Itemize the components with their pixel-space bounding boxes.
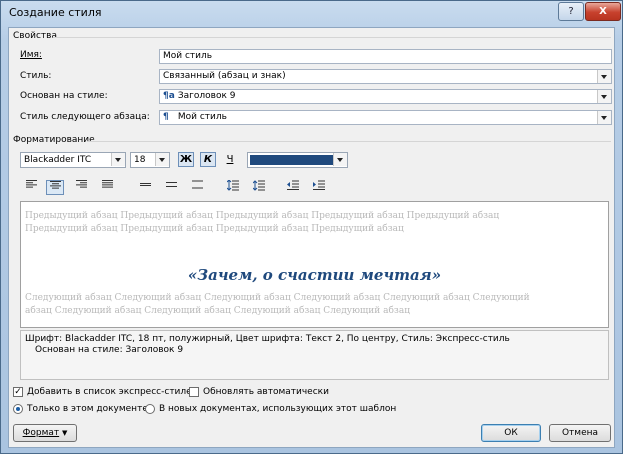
- formatting-divider: [87, 141, 611, 142]
- based-on-value: Заголовок 9: [177, 91, 236, 101]
- close-icon: X: [599, 6, 607, 17]
- formatting-section-title: Форматирование: [13, 135, 95, 145]
- style-type-value: Связанный (абзац и знак): [163, 71, 286, 81]
- one-half-spacing-icon: [165, 182, 177, 187]
- align-right-button[interactable]: [72, 180, 90, 195]
- space-after-icon: [252, 180, 265, 191]
- double-spacing-button[interactable]: [188, 180, 206, 195]
- properties-section-title: Свойства: [13, 31, 57, 41]
- align-center-icon: [49, 181, 61, 189]
- description-line-1: Шрифт: Blackadder ITC, 18 пт, полужирный…: [25, 334, 510, 344]
- style-type-select[interactable]: Связанный (абзац и знак): [159, 69, 612, 84]
- window-title: Создание стиля: [9, 6, 102, 19]
- quick-styles-checkbox[interactable]: ✓: [13, 387, 23, 397]
- format-menu-button[interactable]: Формат ▼: [13, 424, 77, 442]
- font-color-swatch: [250, 155, 334, 165]
- name-input-value: Мой стиль: [163, 51, 213, 61]
- single-spacing-button[interactable]: [136, 180, 154, 195]
- one-half-spacing-button[interactable]: [162, 180, 180, 195]
- name-input[interactable]: Мой стиль: [159, 49, 612, 64]
- description-line-2: Основан на стиле: Заголовок 9: [35, 345, 184, 355]
- next-style-select[interactable]: ¶ Мой стиль: [159, 110, 612, 125]
- font-name-select[interactable]: Blackadder ITC: [20, 152, 126, 168]
- single-spacing-icon: [139, 183, 151, 186]
- increase-indent-button[interactable]: [310, 180, 328, 195]
- properties-divider: [53, 37, 611, 38]
- italic-icon: К: [203, 154, 213, 165]
- linked-style-icon: ¶a: [163, 91, 175, 101]
- chevron-down-icon: [111, 153, 125, 166]
- cancel-button-label: Отмена: [561, 428, 599, 438]
- help-button[interactable]: ?: [558, 2, 584, 21]
- chevron-down-icon: [333, 153, 347, 166]
- next-style-value: Мой стиль: [177, 112, 227, 122]
- underline-button[interactable]: Ч: [222, 152, 238, 167]
- checkmark-icon: ✓: [14, 387, 22, 397]
- style-description: Шрифт: Blackadder ITC, 18 пт, полужирный…: [20, 330, 609, 380]
- align-left-icon: [25, 180, 37, 188]
- paragraph-style-icon: ¶: [163, 112, 169, 122]
- name-label: Имя:: [20, 50, 42, 60]
- decrease-indent-icon: [287, 180, 299, 190]
- title-bar: Создание стиля ? X: [1, 1, 622, 25]
- new-documents-label: В новых документах, использующих этот ша…: [159, 404, 397, 414]
- auto-update-checkbox[interactable]: [189, 387, 199, 397]
- align-center-button[interactable]: [46, 180, 64, 195]
- space-after-button[interactable]: [250, 180, 268, 195]
- bold-icon: Ж: [179, 154, 193, 165]
- help-icon: ?: [568, 6, 574, 17]
- previous-paragraph-text: Предыдущий абзац Предыдущий абзац Предыд…: [25, 211, 500, 234]
- chevron-down-icon: [597, 70, 611, 83]
- font-size-value: 18: [134, 155, 146, 165]
- space-before-icon: [226, 179, 239, 191]
- align-right-icon: [75, 180, 87, 188]
- chevron-down-icon: [597, 90, 611, 103]
- sample-text: «Зачем, о счастии мечтая»: [187, 266, 442, 284]
- ok-button-label: ОК: [504, 428, 518, 438]
- new-documents-radio[interactable]: [145, 404, 155, 414]
- chevron-down-icon: [597, 111, 611, 124]
- decrease-indent-button[interactable]: [284, 180, 302, 195]
- bold-button[interactable]: Ж: [178, 152, 194, 167]
- justify-button[interactable]: [98, 180, 116, 195]
- underline-icon: Ч: [226, 154, 234, 165]
- format-button-label: Формат: [22, 428, 60, 438]
- space-before-button[interactable]: [224, 179, 242, 195]
- only-this-document-radio[interactable]: [13, 404, 23, 414]
- italic-button[interactable]: К: [200, 152, 216, 167]
- style-type-label: Стиль:: [20, 71, 52, 81]
- font-name-value: Blackadder ITC: [24, 155, 92, 165]
- next-style-label: Стиль следующего абзаца:: [20, 112, 150, 122]
- auto-update-label: Обновлять автоматически: [203, 387, 329, 397]
- quick-styles-label: Добавить в список экспресс-стилей: [27, 387, 198, 397]
- ok-button[interactable]: ОК: [481, 424, 541, 442]
- justify-icon: [101, 180, 113, 188]
- style-preview: Предыдущий абзац Предыдущий абзац Предыд…: [20, 201, 609, 328]
- increase-indent-icon: [313, 180, 325, 190]
- font-color-select[interactable]: [247, 152, 348, 168]
- only-this-document-label: Только в этом документе: [27, 404, 148, 414]
- based-on-select[interactable]: ¶a Заголовок 9: [159, 89, 612, 104]
- font-size-select[interactable]: 18: [130, 152, 170, 168]
- double-spacing-icon: [191, 180, 203, 189]
- cancel-button[interactable]: Отмена: [549, 424, 611, 442]
- align-left-button[interactable]: [22, 180, 40, 195]
- dialog-body: Свойства Имя: Мой стиль Стиль: Связанный…: [8, 27, 615, 448]
- create-style-dialog: Создание стиля ? X Свойства Имя: Мой сти…: [0, 0, 623, 454]
- based-on-label: Основан на стиле:: [20, 91, 108, 101]
- triangle-down-icon: ▼: [62, 429, 68, 437]
- chevron-down-icon: [155, 153, 169, 166]
- close-button[interactable]: X: [585, 2, 621, 21]
- next-paragraph-text: Следующий абзац Следующий абзац Следующи…: [25, 293, 530, 316]
